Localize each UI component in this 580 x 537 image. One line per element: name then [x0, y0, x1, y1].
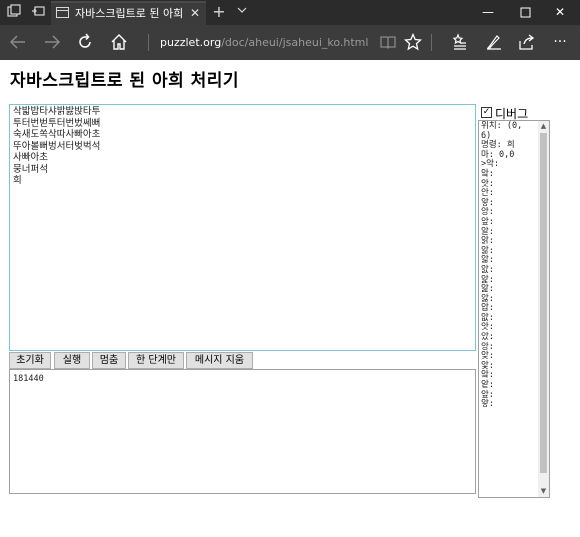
- browser-tab-bar: 자바스크립트로 된 아희 ✕ + — ✕: [0, 0, 580, 25]
- tab-active[interactable]: 자바스크립트로 된 아희 ✕: [51, 1, 206, 25]
- clear-message-button[interactable]: 메시지 지움: [186, 352, 253, 369]
- code-line: 뭉너퍼석: [13, 163, 48, 175]
- tab-preview-chevron-icon[interactable]: [234, 4, 250, 20]
- output-text: 181440: [13, 374, 44, 384]
- debug-scrollbar[interactable]: ▲ ▼: [538, 121, 549, 497]
- url-path: /doc/aheui/jsaheui_ko.html: [221, 36, 369, 49]
- tabs-icon[interactable]: [6, 4, 22, 20]
- pen-icon[interactable]: [482, 31, 506, 53]
- code-line: 뚜아볼뻐벙서터벚벅석: [13, 140, 101, 152]
- page-icon: [56, 7, 69, 18]
- address-separator: [148, 34, 149, 51]
- scrollbar-thumb[interactable]: [540, 133, 547, 473]
- url-host: puzzlet.org: [160, 36, 222, 49]
- run-button[interactable]: 실행: [54, 352, 90, 369]
- code-line: 삭밟밥타샤밝밣밙타투: [13, 106, 101, 117]
- hub-icon[interactable]: [448, 31, 472, 53]
- close-tab-icon[interactable]: ✕: [190, 5, 200, 21]
- set-aside-icon[interactable]: [30, 4, 46, 20]
- reading-view-icon[interactable]: [376, 31, 400, 53]
- code-editor[interactable]: 삭밟밥타샤밝밣밙타투 투터번벋투터번벘쎄뻐 숙새도쏙삭따사빠아초 뚜아볼뻐벙서터벚벅석…: [9, 104, 476, 351]
- code-line: 숙새도쏙삭따사빠아초: [13, 129, 101, 140]
- output-area[interactable]: 181440: [9, 369, 476, 494]
- share-icon[interactable]: [515, 31, 539, 53]
- address-bar[interactable]: puzzlet.org/doc/aheui/jsaheui_ko.html: [160, 35, 368, 50]
- forward-arrow-icon[interactable]: [40, 31, 64, 53]
- code-line: 투터번벋투터번벘쎄뻐: [13, 117, 101, 129]
- minimize-icon[interactable]: —: [468, 0, 508, 25]
- close-window-icon[interactable]: ✕: [540, 0, 580, 25]
- new-tab-icon[interactable]: +: [211, 4, 227, 20]
- star-icon[interactable]: [401, 31, 425, 53]
- debug-content: 위치: (0, 6) 명령: 희 마: 0,0 >악: 앜: 앗: 안: 앟: …: [481, 121, 523, 410]
- code-line: 사빠아초: [13, 152, 48, 163]
- refresh-icon[interactable]: [73, 31, 97, 53]
- toolbar-separator: [431, 34, 432, 51]
- reset-button[interactable]: 초기화: [9, 352, 51, 369]
- debug-panel[interactable]: 위치: (0, 6) 명령: 희 마: 0,0 >악: 앜: 앗: 안: 앟: …: [478, 120, 550, 498]
- maximize-icon[interactable]: [505, 0, 545, 25]
- home-icon[interactable]: [107, 31, 131, 53]
- step-button[interactable]: 한 단계만: [128, 352, 184, 369]
- code-lines: 삭밟밥타샤밝밣밙타투 투터번벋투터번벘쎄뻐 숙새도쏙삭따사빠아초 뚜아볼뻐벙서터벚벅석…: [13, 106, 100, 187]
- browser-nav-bar: puzzlet.org/doc/aheui/jsaheui_ko.html ··…: [0, 25, 580, 60]
- debug-checkbox[interactable]: ✓: [481, 107, 492, 118]
- code-line: 희: [13, 175, 22, 186]
- scroll-down-icon[interactable]: ▼: [538, 486, 549, 497]
- more-icon[interactable]: ···: [548, 31, 572, 53]
- stop-button[interactable]: 멈춤: [92, 352, 126, 369]
- back-arrow-icon[interactable]: [6, 31, 30, 53]
- page-title: 자바스크립트로 된 아희 처리기: [10, 71, 240, 91]
- scroll-up-icon[interactable]: ▲: [538, 121, 549, 132]
- tab-title: 자바스크립트로 된 아희: [75, 7, 184, 20]
